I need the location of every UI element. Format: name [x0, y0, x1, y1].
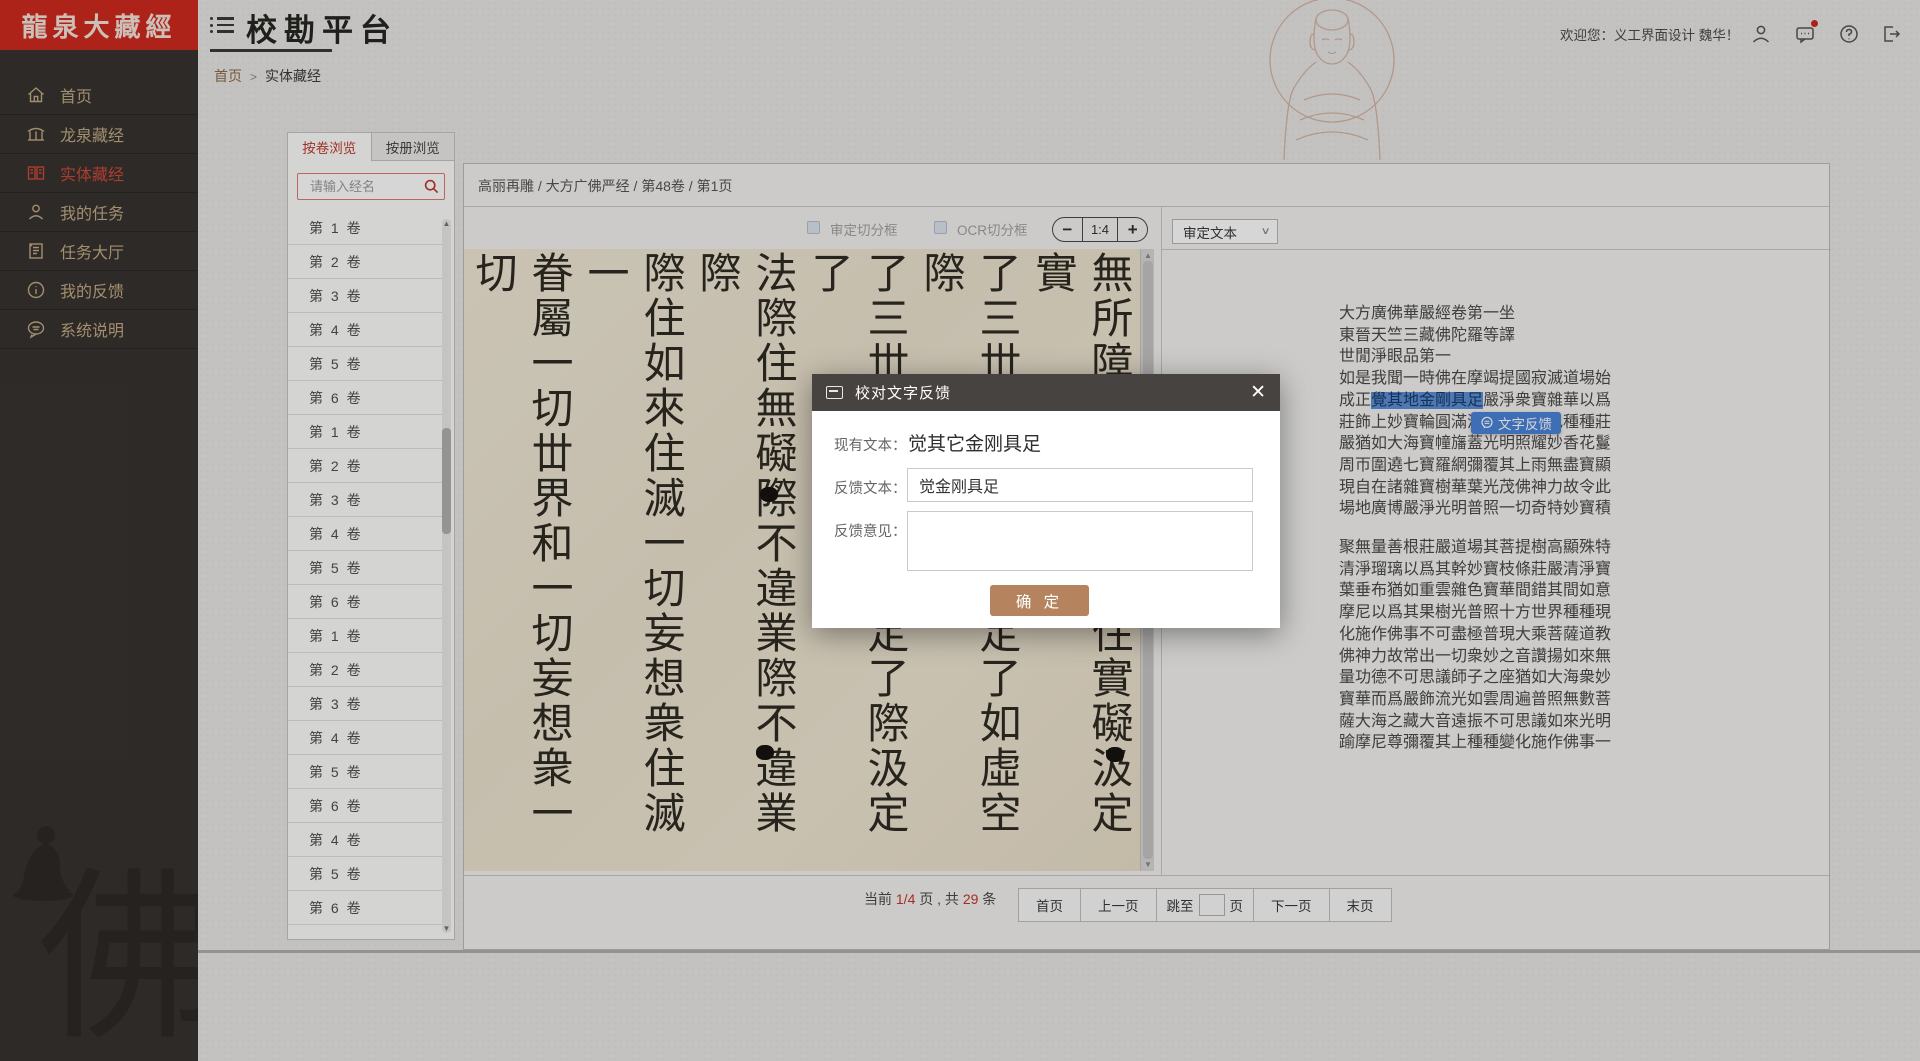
- close-icon[interactable]: ✕: [1250, 383, 1266, 402]
- modal-header[interactable]: 校对文字反馈 ✕: [812, 374, 1280, 411]
- existing-text-value: 觉其它金刚具足: [908, 429, 1041, 456]
- feedback-text-label: 反馈文本：: [834, 477, 907, 498]
- collation-platform-page: 校勘平台 首页>实体藏经 欢迎您：义工界面设计 魏华！ 龍泉大藏經 首页龙泉藏经…: [0, 0, 1920, 1061]
- feedback-text-input[interactable]: [907, 468, 1253, 502]
- confirm-button[interactable]: 确 定: [990, 585, 1089, 616]
- feedback-modal: 校对文字反馈 ✕ 现有文本： 觉其它金刚具足 反馈文本： 反馈意见： 确 定: [812, 374, 1280, 628]
- dialog-icon: [826, 386, 843, 399]
- feedback-opinion-label: 反馈意见：: [834, 520, 907, 541]
- existing-text-label: 现有文本：: [834, 434, 907, 455]
- feedback-opinion-textarea[interactable]: [907, 511, 1253, 571]
- modal-title: 校对文字反馈: [855, 382, 951, 403]
